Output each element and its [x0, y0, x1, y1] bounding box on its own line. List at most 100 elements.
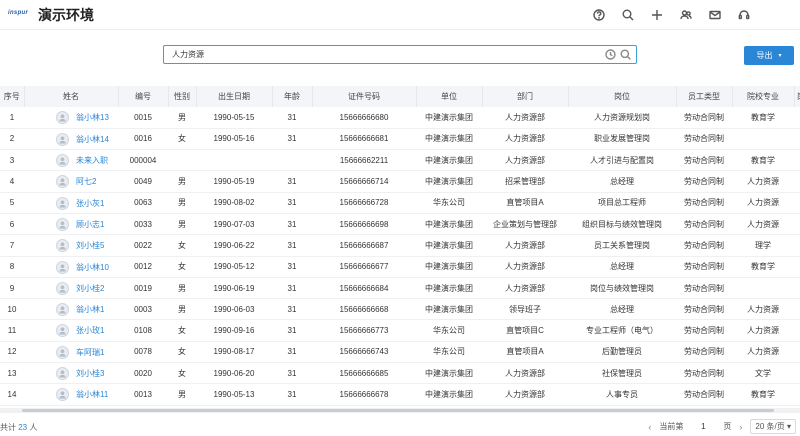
table-cell: 6 [0, 213, 24, 236]
table-row[interactable]: 1 翁小林13 0015 男 1990-05-15 31 15666666680 中建演示集团… [0, 107, 800, 129]
employee-name-link[interactable]: 翁小林14 [76, 134, 109, 145]
column-header[interactable]: 部门 [482, 86, 569, 107]
employee-name-link[interactable]: 阿七2 [76, 176, 96, 187]
table-row[interactable]: 5 张小灰1 0063 男 1990-08-02 31 15666666728 华东公司 直管项… [0, 192, 800, 214]
prev-page-button[interactable]: ‹ [648, 422, 651, 432]
column-header[interactable]: 出生日期 [196, 86, 273, 107]
table-row[interactable]: 8 翁小林10 0012 女 1990-05-12 31 15666666677 中建演示集团… [0, 256, 800, 278]
table-cell [794, 319, 800, 342]
avatar-icon [56, 175, 69, 189]
table-row[interactable]: 11 张小玫1 0108 女 1990-09-16 31 15666666773 华东公司 直管… [0, 319, 800, 342]
table-cell: 男 [168, 277, 196, 300]
table-row[interactable]: 12 车阿瑞1 0078 女 1990-08-17 31 15666666743 华东公司 直管… [0, 341, 800, 364]
column-header[interactable]: 岗位 [568, 86, 677, 107]
table-cell: 女 [168, 128, 196, 151]
table-cell: 教育学 [732, 383, 794, 406]
headset-icon[interactable] [729, 7, 758, 23]
column-header[interactable]: 岗 [794, 86, 800, 107]
search-icon[interactable] [613, 7, 642, 23]
column-header[interactable]: 院校专业 [732, 86, 795, 107]
table-cell: 31 [272, 213, 312, 236]
table-cell: 人力资源部 [482, 128, 568, 151]
table-cell [794, 277, 800, 300]
table-cell: 15666666687 [312, 234, 416, 257]
employee-name-link[interactable]: 顾小志1 [76, 219, 104, 230]
employee-name-link[interactable]: 翁小林13 [76, 112, 109, 123]
table-row[interactable]: 9 刘小桂2 0019 男 1990-06-19 31 15666666684 中建演示集团人… [0, 277, 800, 300]
name-cell: 张小灰1 [24, 192, 118, 214]
table-row[interactable]: 4 阿七2 0049 男 1990-05-19 31 15666666714 中建演示集团 招采… [0, 170, 800, 193]
avatar-icon [56, 217, 69, 231]
table-cell: 劳动合同制 [676, 107, 732, 129]
table-cell: 人力资源 [732, 319, 794, 342]
horizontal-scrollbar[interactable] [0, 408, 800, 413]
search-input[interactable] [172, 46, 592, 63]
search-submit-icon[interactable] [620, 49, 631, 60]
table-cell: 人力资源部 [482, 107, 568, 129]
table-cell: 男 [168, 383, 196, 406]
help-icon[interactable] [584, 7, 613, 23]
export-label: 导出 [756, 51, 773, 60]
table-cell: 男 [168, 298, 196, 321]
plus-icon[interactable] [642, 7, 671, 23]
mail-icon[interactable] [700, 7, 729, 23]
table-cell: 女 [168, 256, 196, 278]
column-header[interactable]: 性别 [168, 86, 197, 107]
table-cell: 1990-06-22 [196, 234, 272, 257]
table-cell: 31 [272, 234, 312, 257]
name-cell: 刘小桂3 [24, 362, 118, 385]
table-row[interactable]: 7 刘小桂5 0022 女 1990-06-22 31 15666666687 中建演示集团人… [0, 234, 800, 257]
column-header[interactable]: 证件号码 [312, 86, 417, 107]
table-row[interactable]: 14 翁小林11 0013 男 1990-05-13 31 15666666678 中建演示集… [0, 383, 800, 406]
name-cell: 翁小林11 [24, 383, 118, 406]
avatar-icon [56, 388, 69, 402]
table-cell: 1990-05-15 [196, 107, 272, 129]
table-cell: 人力资源 [732, 170, 794, 193]
column-header[interactable]: 员工类型 [676, 86, 733, 107]
avatar-icon [56, 239, 69, 253]
table-cell: 3 [0, 149, 24, 172]
employee-name-link[interactable]: 翁小林11 [76, 389, 108, 400]
column-header[interactable]: 单位 [416, 86, 483, 107]
employee-name-link[interactable]: 翁小林10 [76, 262, 109, 273]
table-cell [168, 149, 196, 172]
export-button[interactable]: 导出 ▾ [744, 46, 794, 65]
table-cell: 理学 [732, 234, 794, 257]
employee-name-link[interactable]: 刘小桂3 [76, 368, 104, 379]
employee-name-link[interactable]: 张小玫1 [76, 325, 104, 336]
table-cell: 15666666714 [312, 170, 416, 193]
table-row[interactable]: 2 翁小林14 0016 女 1990-05-16 31 15666666681 中建演示集团… [0, 128, 800, 151]
clock-icon[interactable] [605, 49, 616, 60]
column-header[interactable]: 姓名 [24, 86, 119, 107]
scrollbar-thumb[interactable] [22, 409, 774, 412]
page-number-input[interactable] [691, 420, 716, 433]
employee-name-link[interactable]: 刘小桂5 [76, 240, 104, 251]
table-cell: 直管项目A [482, 192, 568, 214]
table-cell: 中建演示集团 [416, 362, 482, 385]
name-cell: 翁小林14 [24, 128, 118, 151]
employee-name-link[interactable]: 张小灰1 [76, 198, 104, 209]
next-page-button[interactable]: › [739, 422, 742, 432]
column-header[interactable]: 序号 [0, 86, 25, 107]
avatar-icon [56, 367, 69, 381]
column-header[interactable]: 编号 [118, 86, 169, 107]
employee-name-link[interactable]: 未来入职 [76, 155, 108, 166]
current-page-label: 当前第 [659, 422, 684, 431]
table-row[interactable]: 10 翁小林1 0003 男 1990-06-03 31 15666666668 中建演示集团… [0, 298, 800, 321]
chevron-down-icon: ▾ [778, 53, 782, 59]
employee-name-link[interactable]: 刘小桂2 [76, 283, 104, 294]
contacts-icon[interactable] [671, 7, 700, 23]
table-cell: 人力资源部 [482, 234, 568, 257]
table-cell: 领导班子 [482, 298, 568, 321]
employee-name-link[interactable]: 车阿瑞1 [76, 347, 104, 358]
avatar-icon [56, 303, 69, 317]
table-cell: 人力资源 [732, 341, 794, 364]
table-cell [794, 213, 800, 236]
employee-name-link[interactable]: 翁小林1 [76, 304, 104, 315]
column-header[interactable]: 年龄 [272, 86, 313, 107]
table-row[interactable]: 13 刘小桂3 0020 女 1990-06-20 31 15666666685 中建演示集团… [0, 362, 800, 385]
table-row[interactable]: 3 未来入职 000004 15666662211 中建演示集团 人力资源部 人才引进与配置… [0, 149, 800, 172]
table-row[interactable]: 6 顾小志1 0033 男 1990-07-03 31 15666666698 中建演示集团企… [0, 213, 800, 236]
page-size-select[interactable]: 20 条/页 ▾ [750, 419, 796, 434]
table-cell: 劳动合同制 [676, 192, 732, 214]
